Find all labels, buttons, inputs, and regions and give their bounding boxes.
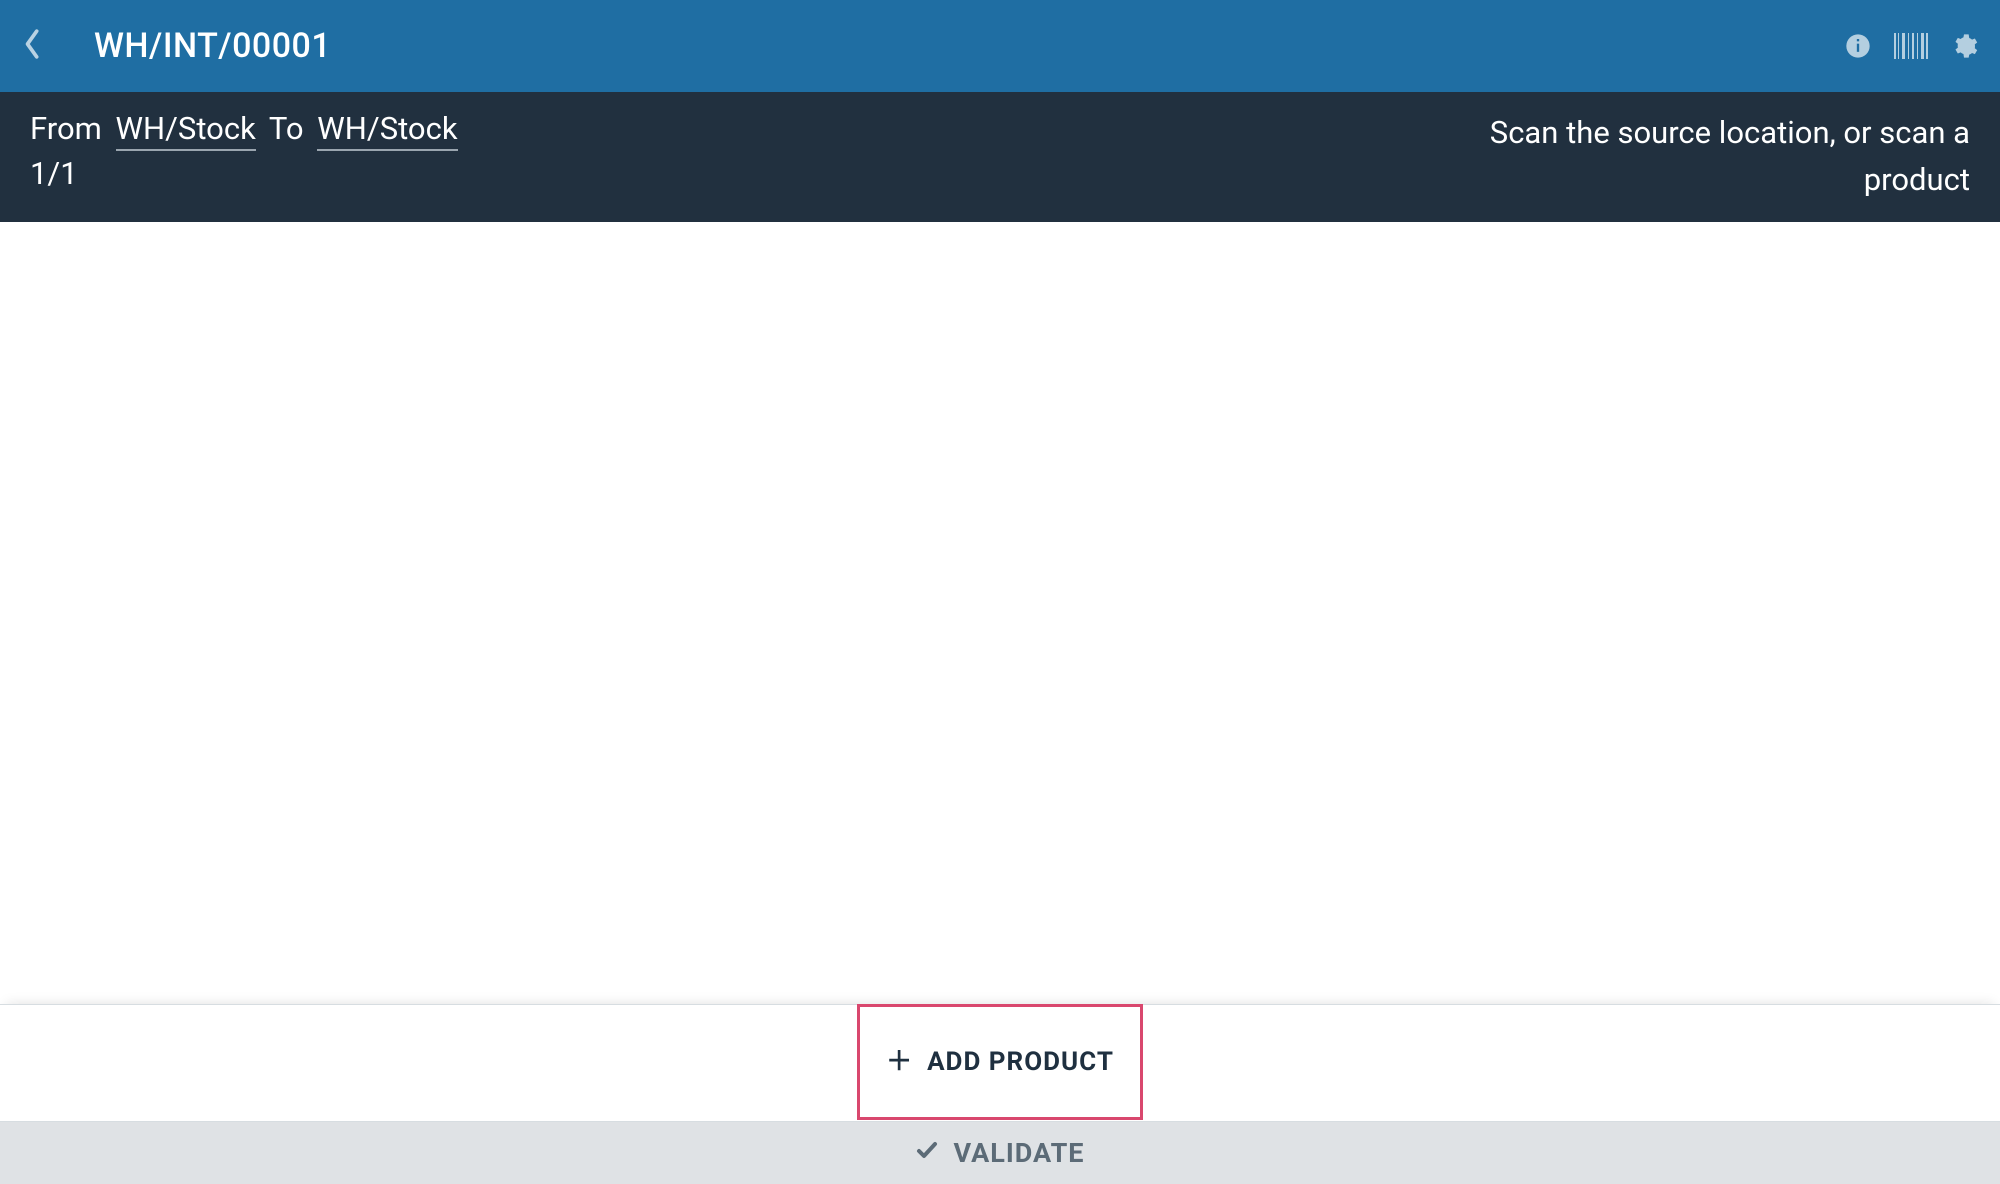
pager: 1/1 [30,155,1450,192]
to-label: To [269,110,304,147]
gear-icon[interactable] [1950,32,1978,60]
chevron-left-icon [22,26,44,66]
back-button[interactable] [22,26,70,66]
barcode-icon[interactable] [1894,33,1928,59]
app-header: WH/INT/00001 [0,0,2000,92]
transfer-subheader: From WH/Stock To WH/Stock 1/1 Scan the s… [0,92,2000,222]
from-location-link[interactable]: WH/Stock [116,110,256,151]
add-product-button[interactable]: ＋ ADD PRODUCT [857,1004,1143,1120]
page-title: WH/INT/00001 [94,26,331,66]
add-product-label: ADD PRODUCT [927,1047,1114,1077]
lines-area [0,222,2000,1004]
plus-icon: ＋ [886,1049,913,1075]
header-actions [1844,32,1978,60]
transfer-route: From WH/Stock To WH/Stock 1/1 [30,110,1450,192]
info-icon[interactable] [1844,32,1872,60]
to-location-link[interactable]: WH/Stock [317,110,457,151]
add-product-bar: ＋ ADD PRODUCT [0,1004,2000,1122]
from-label: From [30,110,102,147]
validate-button[interactable]: VALIDATE [0,1122,2000,1184]
check-icon [915,1137,939,1169]
validate-label: VALIDATE [953,1137,1084,1169]
scan-hint: Scan the source location, or scan a prod… [1450,110,1970,203]
